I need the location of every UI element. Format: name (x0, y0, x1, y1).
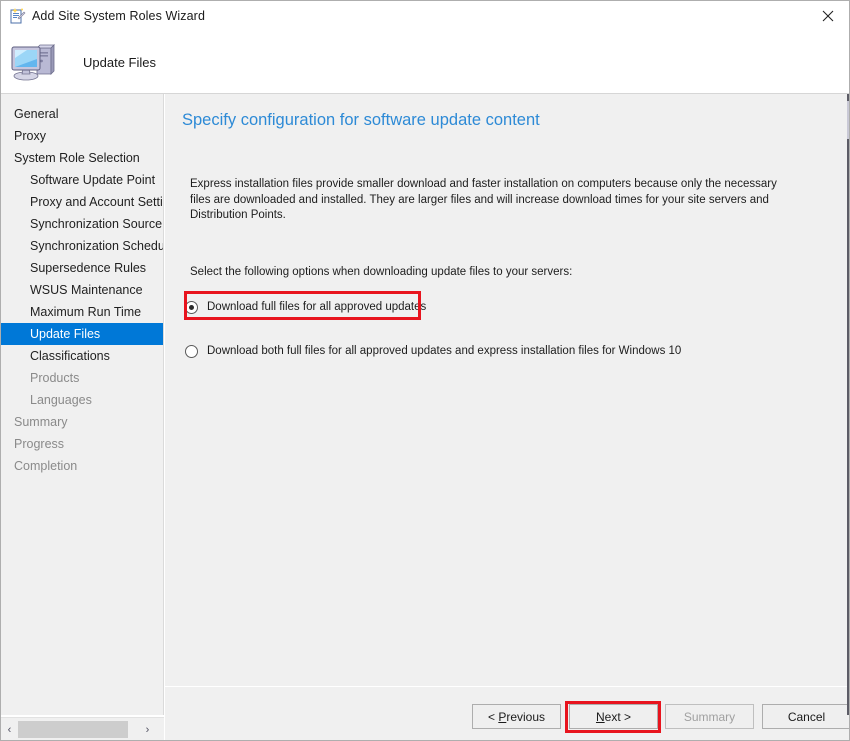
body-area: General Proxy System Role Selection Softwar… (1, 94, 849, 715)
radio-label-full-files: Download full files for all approved upd… (207, 301, 427, 313)
content-panel: Specify configuration for software updat… (165, 94, 849, 715)
wizard-window: Add Site System Roles Wizard Update File… (0, 0, 850, 741)
sidebar-item-general[interactable]: General (1, 103, 163, 125)
summary-button-label: Summary (683, 709, 736, 724)
sidebar-item-products[interactable]: Products (1, 367, 163, 389)
button-bar: < Previous Next > Summary Cancel (165, 687, 849, 740)
sidebar-item-wsus-maintenance[interactable]: WSUS Maintenance (1, 279, 163, 301)
description-text: Express installation files provide small… (190, 178, 777, 221)
cancel-button-label: Cancel (787, 709, 826, 724)
radio-indicator-full-files[interactable] (185, 300, 198, 314)
page-header: Update Files (1, 31, 849, 93)
wizard-icon (8, 7, 26, 25)
options-prompt: Select the following options when downlo… (190, 266, 573, 278)
sidebar-item-maximum-run-time[interactable]: Maximum Run Time (1, 301, 163, 323)
sidebar-horizontal-scrollbar[interactable]: ‹ › (1, 717, 164, 740)
sidebar-item-progress[interactable]: Progress (1, 433, 163, 455)
sidebar-item-supersedence-rules[interactable]: Supersedence Rules (1, 257, 163, 279)
title-bar: Add Site System Roles Wizard (1, 1, 849, 31)
sidebar-item-system-role-selection[interactable]: System Role Selection (1, 147, 163, 169)
sidebar-item-classifications[interactable]: Classifications (1, 345, 163, 367)
previous-button-label: < Previous (487, 709, 546, 724)
header-title: Update Files (83, 54, 156, 70)
sidebar-item-synchronization-schedule[interactable]: Synchronization Schedule (1, 235, 163, 257)
sidebar-item-completion[interactable]: Completion (1, 455, 163, 477)
sidebar-item-languages[interactable]: Languages (1, 389, 163, 411)
scrollbar-thumb[interactable] (18, 721, 128, 738)
radio-option-full-files[interactable]: Download full files for all approved upd… (185, 297, 426, 317)
right-edge-border (847, 94, 849, 715)
sidebar-item-proxy[interactable]: Proxy (1, 125, 163, 147)
summary-button: Summary (665, 704, 754, 729)
scroll-left-arrow-icon[interactable]: ‹ (1, 718, 18, 740)
radio-option-express-files[interactable]: Download both full files for all approve… (185, 341, 681, 361)
wizard-step-list: General Proxy System Role Selection Softwar… (1, 103, 163, 477)
page-title: Specify configuration for software updat… (182, 111, 540, 129)
previous-button[interactable]: < Previous (472, 704, 561, 729)
scroll-right-arrow-icon[interactable]: › (139, 718, 156, 740)
sidebar-item-summary[interactable]: Summary (1, 411, 163, 433)
computer-icon (10, 41, 56, 83)
close-button[interactable] (805, 1, 849, 31)
window-title: Add Site System Roles Wizard (32, 9, 205, 23)
sidebar-item-update-files[interactable]: Update Files (1, 323, 163, 345)
sidebar-item-synchronization-source[interactable]: Synchronization Source (1, 213, 163, 235)
radio-indicator-express-files[interactable] (185, 344, 198, 358)
right-edge-scroll-mark (847, 101, 849, 139)
cancel-button[interactable]: Cancel (762, 704, 849, 729)
radio-label-express-files: Download both full files for all approve… (207, 345, 682, 357)
wizard-step-sidebar: General Proxy System Role Selection Softwar… (1, 94, 164, 715)
next-button-label: Next > (595, 709, 632, 724)
sidebar-item-proxy-and-account-settin[interactable]: Proxy and Account Settin (1, 191, 163, 213)
sidebar-item-software-update-point[interactable]: Software Update Point (1, 169, 163, 191)
scrollbar-track[interactable] (18, 718, 139, 740)
next-button[interactable]: Next > (569, 704, 658, 729)
